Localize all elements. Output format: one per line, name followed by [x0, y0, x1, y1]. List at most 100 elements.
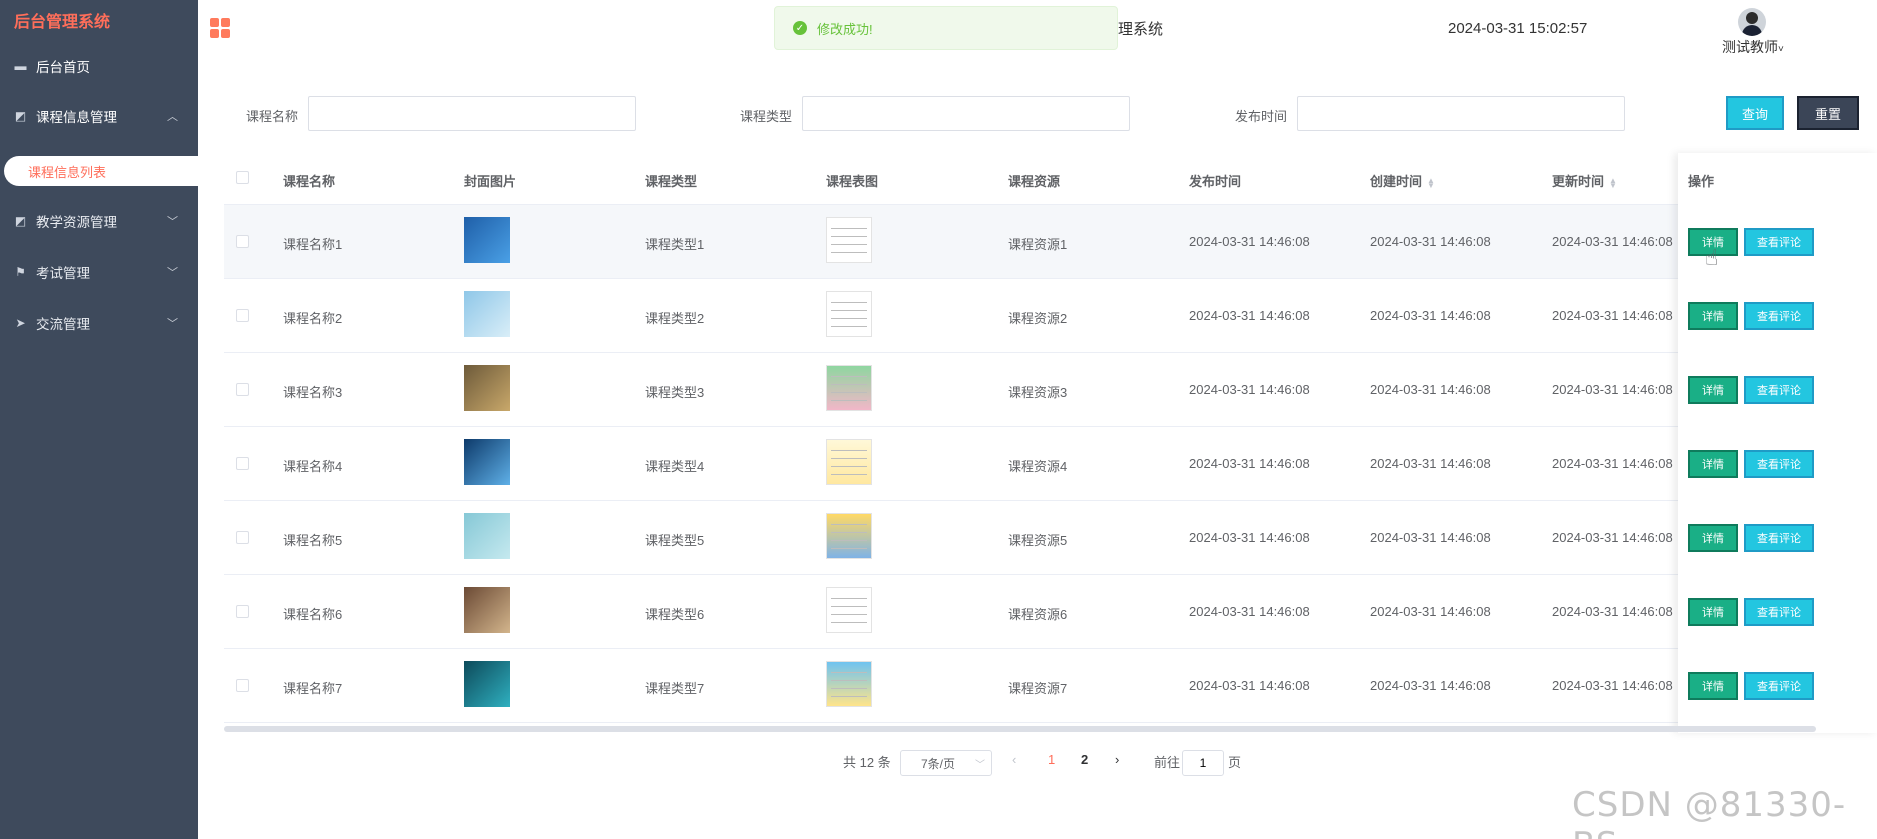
hand-cursor-icon: ☝	[1705, 245, 1719, 270]
sidebar-item-label: 教学资源管理	[36, 215, 117, 230]
operations-column: 操作 详情 查看评论 详情 查看评论 详情 查看评论 详情 查看评论 详情 查看评论 详情 查看评论详…	[1678, 153, 1877, 733]
goto-page-input[interactable]	[1182, 750, 1224, 776]
detail-button[interactable]: 详情	[1688, 302, 1738, 330]
cell-course-type: 课程类型7	[645, 681, 705, 696]
sidebar-item-teaching-resources[interactable]: ◩ 教学资源管理 ﹀	[0, 197, 198, 245]
cell-course-resource: 课程资源2	[1008, 311, 1068, 326]
course-name-input[interactable]	[308, 96, 636, 131]
current-datetime: 2024-03-31 15:02:57	[1448, 20, 1588, 37]
schedule-image[interactable]	[826, 587, 872, 633]
publish-time-input[interactable]	[1297, 96, 1625, 131]
view-comments-button[interactable]: 查看评论	[1744, 598, 1814, 626]
row-checkbox[interactable]	[236, 457, 249, 470]
sidebar-item-label: 后台首页	[36, 60, 90, 75]
cell-updated-time: 2024-03-31 14:46:08	[1552, 678, 1673, 693]
avatar[interactable]	[1738, 8, 1766, 36]
monitor-icon: ▬	[14, 59, 27, 73]
schedule-image[interactable]	[826, 291, 872, 337]
cell-course-resource: 课程资源6	[1008, 607, 1068, 622]
schedule-image[interactable]	[826, 661, 872, 707]
table-row: 课程名称3 课程类型3 课程资源3 2024-03-31 14:46:08 2024-0…	[224, 353, 1877, 427]
detail-button[interactable]: 详情	[1688, 524, 1738, 552]
cover-image[interactable]	[464, 661, 510, 707]
row-checkbox[interactable]	[236, 309, 249, 322]
sidebar-subitem-course-list[interactable]: 课程信息列表	[4, 156, 198, 186]
page-size-value: 7条/页	[921, 756, 956, 771]
page-number-2[interactable]: 2	[1081, 752, 1088, 767]
goto-prefix: 前往	[1154, 755, 1181, 770]
cover-image[interactable]	[464, 513, 510, 559]
horizontal-scrollbar[interactable]	[224, 726, 1816, 732]
column-header: 发布时间	[1189, 174, 1242, 189]
cell-course-resource: 课程资源1	[1008, 237, 1068, 252]
search-label-publish-time: 发布时间	[1235, 109, 1288, 124]
watermark: CSDN @81330-BS	[1572, 785, 1847, 839]
cover-image[interactable]	[464, 439, 510, 485]
cell-publish-time: 2024-03-31 14:46:08	[1189, 308, 1310, 323]
cover-image[interactable]	[464, 587, 510, 633]
cell-publish-time: 2024-03-31 14:46:08	[1189, 234, 1310, 249]
column-header: 课程名称	[283, 174, 336, 189]
cover-image[interactable]	[464, 365, 510, 411]
view-comments-button[interactable]: 查看评论	[1744, 524, 1814, 552]
table-row: 课程名称6 课程类型6 课程资源6 2024-03-31 14:46:08 2024-0…	[224, 575, 1877, 649]
view-comments-button[interactable]: 查看评论	[1744, 302, 1814, 330]
row-checkbox[interactable]	[236, 605, 249, 618]
cell-course-name: 课程名称5	[283, 533, 343, 548]
reset-button[interactable]: 重置	[1797, 96, 1859, 130]
sidebar-item-communication[interactable]: ➤ 交流管理 ﹀	[0, 299, 198, 347]
sort-icon[interactable]: ▲ ▼	[1609, 176, 1617, 189]
row-checkbox[interactable]	[236, 235, 249, 248]
cover-image[interactable]	[464, 291, 510, 337]
page-size-select[interactable]: 7条/页 ﹀	[900, 750, 992, 776]
sidebar-item-home[interactable]: ▬ 后台首页	[0, 42, 198, 90]
course-type-input[interactable]	[802, 96, 1130, 131]
cell-updated-time: 2024-03-31 14:46:08	[1552, 308, 1673, 323]
view-comments-button[interactable]: 查看评论	[1744, 672, 1814, 700]
column-header: 课程资源	[1008, 174, 1061, 189]
cell-created-time: 2024-03-31 14:46:08	[1370, 234, 1491, 249]
detail-button[interactable]: 详情	[1688, 376, 1738, 404]
row-checkbox[interactable]	[236, 679, 249, 692]
cell-created-time: 2024-03-31 14:46:08	[1370, 456, 1491, 471]
sort-icon[interactable]: ▲ ▼	[1427, 176, 1435, 189]
column-header: 课程类型	[645, 174, 698, 189]
next-page-icon[interactable]: ›	[1115, 752, 1119, 767]
detail-button[interactable]: 详情	[1688, 672, 1738, 700]
cover-image[interactable]	[464, 217, 510, 263]
view-comments-button[interactable]: 查看评论	[1744, 450, 1814, 478]
query-button[interactable]: 查询	[1726, 96, 1784, 130]
view-comments-button[interactable]: 查看评论	[1744, 228, 1814, 256]
column-header-sortable[interactable]: 更新时间 ▲ ▼	[1552, 171, 1617, 190]
cell-created-time: 2024-03-31 14:46:08	[1370, 678, 1491, 693]
cell-updated-time: 2024-03-31 14:46:08	[1552, 382, 1673, 397]
schedule-image[interactable]	[826, 513, 872, 559]
brand-title: 后台管理系统	[14, 14, 111, 31]
sidebar-item-exam[interactable]: ⚑ 考试管理 ﹀	[0, 248, 198, 296]
cell-course-name: 课程名称6	[283, 607, 343, 622]
column-header-sortable[interactable]: 创建时间 ▲ ▼	[1370, 171, 1435, 190]
user-menu[interactable]: 测试教师˅	[1722, 37, 1784, 57]
row-checkbox[interactable]	[236, 383, 249, 396]
chevron-down-icon: ﹀	[167, 267, 178, 279]
sidebar-item-course-info[interactable]: ◩ 课程信息管理 ︿	[0, 92, 198, 140]
schedule-image[interactable]	[826, 439, 872, 485]
row-checkbox[interactable]	[236, 531, 249, 544]
schedule-image[interactable]	[826, 217, 872, 263]
sidebar: 后台管理系统 ▬ 后台首页 ◩ 课程信息管理 ︿ 课程信息列表 ◩ 教学资源管理…	[0, 0, 198, 839]
page-number-1[interactable]: 1	[1048, 752, 1055, 767]
schedule-image[interactable]	[826, 365, 872, 411]
column-header: 课程表图	[826, 174, 879, 189]
grid-menu-icon[interactable]	[210, 18, 230, 38]
view-comments-button[interactable]: 查看评论	[1744, 376, 1814, 404]
cell-updated-time: 2024-03-31 14:46:08	[1552, 530, 1673, 545]
detail-button[interactable]: 详情	[1688, 598, 1738, 626]
success-toast: ✓ 修改成功!	[774, 6, 1118, 50]
prev-page-icon[interactable]: ‹	[1012, 752, 1016, 767]
cell-course-resource: 课程资源5	[1008, 533, 1068, 548]
chart-icon: ◩	[14, 214, 27, 228]
detail-button[interactable]: 详情	[1688, 450, 1738, 478]
username-label: 测试教师	[1722, 39, 1778, 55]
column-header-label: 更新时间	[1552, 174, 1605, 189]
select-all-checkbox[interactable]	[236, 171, 249, 184]
